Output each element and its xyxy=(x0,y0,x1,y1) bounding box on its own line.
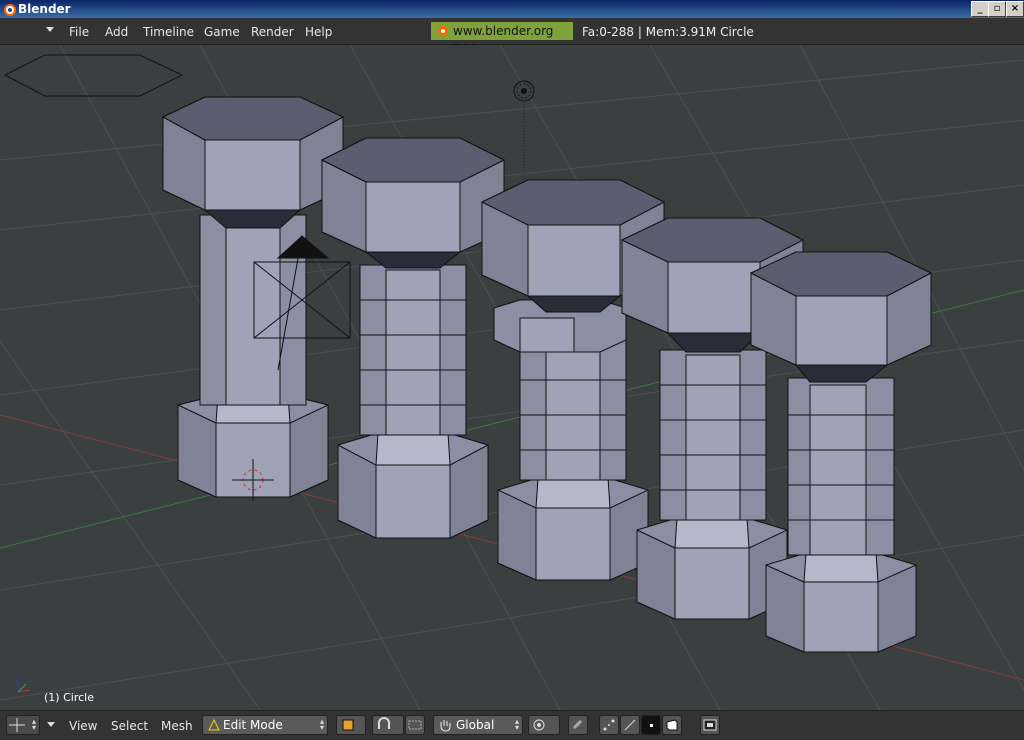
header-collapse-icon[interactable] xyxy=(46,27,54,32)
proportional-edit-icon xyxy=(533,719,545,731)
image-icon xyxy=(703,719,717,731)
edit-mode-icon xyxy=(208,719,220,731)
crosshair-icon xyxy=(9,718,25,732)
link-button[interactable] xyxy=(568,715,588,735)
link-icon xyxy=(572,719,583,730)
render-button[interactable] xyxy=(700,715,720,735)
vertex-select-button[interactable] xyxy=(599,715,619,735)
menu-mesh[interactable]: Mesh xyxy=(161,719,193,733)
window-titlebar: Blender _ ▫ × xyxy=(0,0,1024,18)
menu-view[interactable]: View xyxy=(69,719,97,733)
updown-icon: ▴ ▾ xyxy=(514,717,519,732)
header-collapse-icon[interactable] xyxy=(47,722,55,727)
face-select-button[interactable] xyxy=(641,715,661,735)
occlude-geometry-button[interactable] xyxy=(662,715,682,735)
hand-icon xyxy=(440,720,451,732)
draw-type-button[interactable] xyxy=(336,715,366,735)
menu-select[interactable]: Select xyxy=(111,719,148,733)
editor-type-select[interactable]: ▴ ▾ xyxy=(6,715,40,735)
blender-logo-icon xyxy=(4,4,16,16)
minimize-button[interactable]: _ xyxy=(971,1,989,17)
scene-stats: Fa:0-288 | Mem:3.91M Circle xyxy=(582,25,754,39)
mode-label: Edit Mode xyxy=(223,718,283,732)
maximize-button[interactable]: ▫ xyxy=(988,1,1006,17)
edge-select-button[interactable] xyxy=(620,715,640,735)
orientation-label: Global xyxy=(456,718,495,732)
transform-orientation-select[interactable]: Global ▴ ▾ xyxy=(433,715,523,735)
pivot-button[interactable] xyxy=(372,715,404,735)
3d-viewport[interactable]: (1) Circle xyxy=(0,45,1024,710)
menu-help[interactable]: Help xyxy=(305,25,332,39)
cube-shaded-icon xyxy=(342,719,354,731)
snap-grid-button[interactable] xyxy=(405,715,425,735)
menu-file[interactable]: File xyxy=(69,25,89,39)
menu-timeline[interactable]: Timeline xyxy=(143,25,194,39)
object-info: (1) Circle xyxy=(44,691,94,704)
face-select-icon xyxy=(650,724,653,727)
menu-game[interactable]: Game xyxy=(204,25,240,39)
updown-icon: ▴ ▾ xyxy=(319,717,324,732)
edge-select-icon xyxy=(624,719,636,731)
viewport-canvas[interactable] xyxy=(0,45,1024,710)
viewport-header: ▴ ▾ View Select Mesh Edit Mode ▴ ▾ Global … xyxy=(0,710,1024,740)
updown-icon: ▴ ▾ xyxy=(31,717,36,732)
menu-render[interactable]: Render xyxy=(251,25,294,39)
magnet-icon xyxy=(378,717,390,729)
close-button[interactable]: × xyxy=(1006,1,1024,17)
proportional-edit-button[interactable] xyxy=(528,715,560,735)
blender-url-badge[interactable]: www.blender.org 244 xyxy=(431,22,573,56)
menu-add[interactable]: Add xyxy=(105,25,128,39)
main-menu-bar: File Add Timeline Game Render Help www.b… xyxy=(0,18,1024,56)
mode-select[interactable]: Edit Mode ▴ ▾ xyxy=(202,715,328,735)
blender-logo-icon xyxy=(438,26,448,36)
grid-icon xyxy=(408,720,422,730)
cube-icon xyxy=(666,719,678,731)
window-title: Blender xyxy=(18,2,71,16)
vertex-select-icon xyxy=(603,719,615,731)
